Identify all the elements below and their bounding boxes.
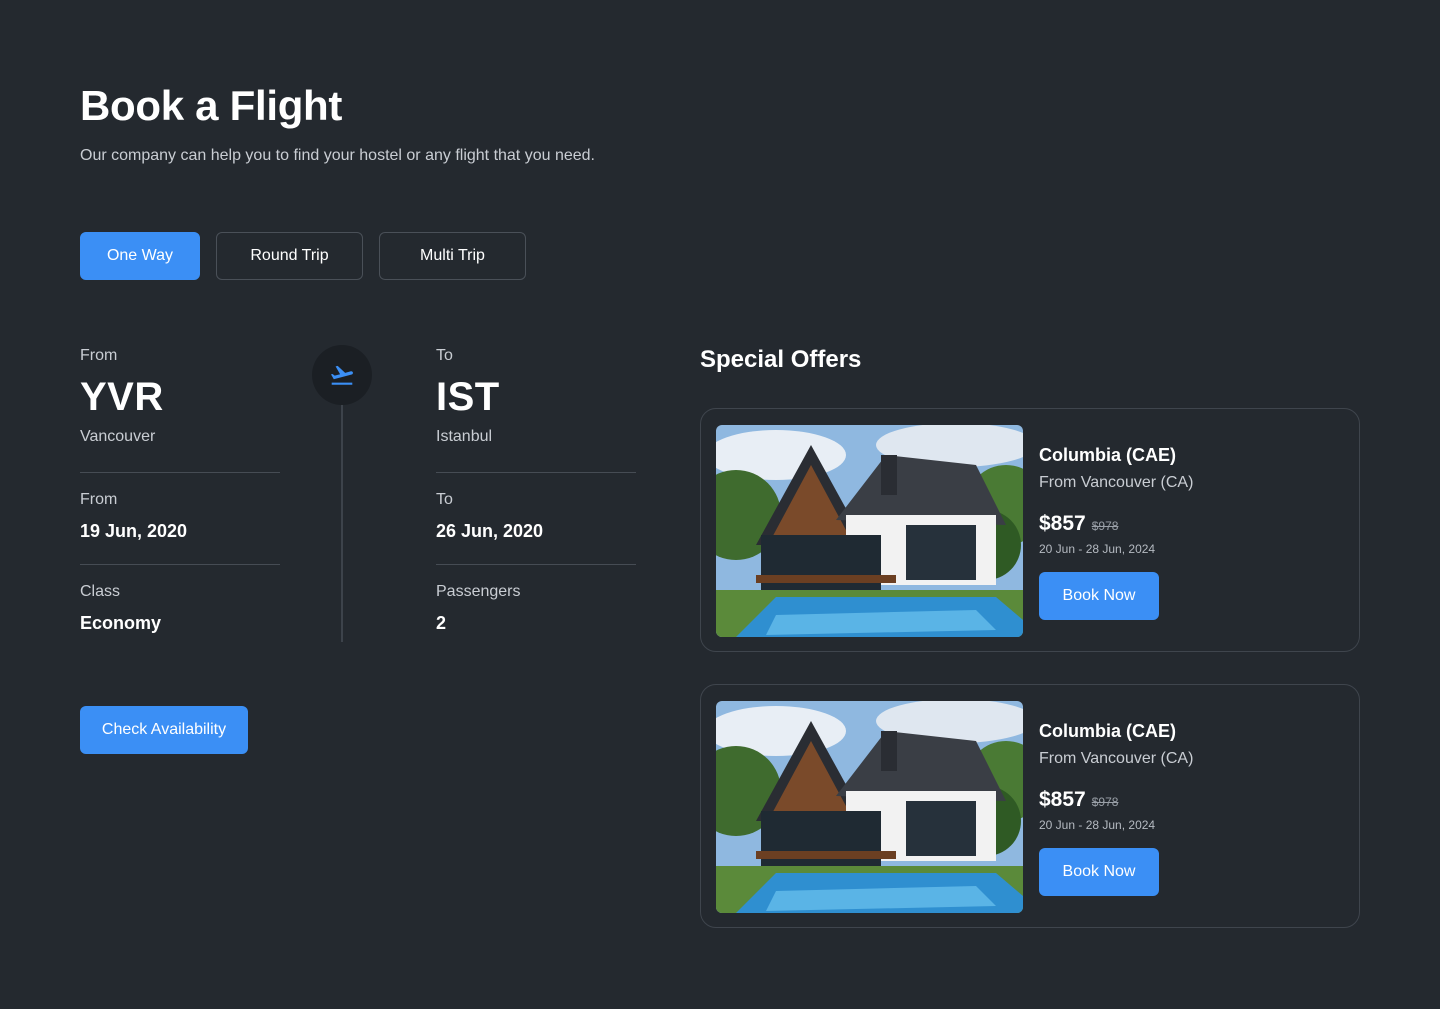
offer-price: $857 [1039,512,1086,535]
price-row: $857 $978 [1039,788,1193,812]
class-label: Class [80,583,121,600]
destination-label: To [436,347,453,364]
divider [436,472,636,473]
depart-date-value: 19 Jun, 2020 [80,521,188,541]
destination-code: IST [436,375,500,419]
book-now-button[interactable]: Book Now [1039,848,1159,896]
offer-origin: From Vancouver (CA) [1039,750,1194,767]
special-offers-title: Special Offers [700,346,862,373]
depart-date-label: From [80,491,118,508]
page-title: Book a Flight [80,82,343,129]
offer-origin: From Vancouver (CA) [1039,474,1194,491]
tab-one-way[interactable]: One Way [80,232,200,280]
price-row: $857 $978 [1039,512,1193,536]
offer-destination: Columbia (CAE) [1039,721,1176,741]
depart-date-field[interactable]: From 19 Jun, 2020 [80,491,280,542]
offer-dates: 20 Jun - 28 Jun, 2024 [1039,818,1156,832]
destination-field[interactable]: To IST Istanbul [436,347,636,446]
passengers-field[interactable]: Passengers 2 [436,583,636,634]
class-field[interactable]: Class Economy [80,583,280,634]
villa-photo [716,425,1023,637]
return-date-label: To [436,491,453,508]
villa-photo [716,701,1023,913]
divider [80,472,280,473]
return-date-field[interactable]: To 26 Jun, 2020 [436,491,636,542]
tab-multi-trip[interactable]: Multi Trip [379,232,526,280]
book-now-button[interactable]: Book Now [1039,572,1159,620]
offer-old-price: $978 [1091,519,1119,533]
origin-label: From [80,347,118,364]
check-availability-button[interactable]: Check Availability [80,706,248,754]
offer-image[interactable] [716,701,1023,913]
passengers-label: Passengers [436,583,521,600]
divider [80,564,280,565]
divider [436,564,636,565]
page-subtitle: Our company can help you to find your ho… [80,147,595,164]
trip-type-tabs: One Way Round Trip Multi Trip [80,232,526,280]
origin-code: YVR [80,375,164,419]
offer-old-price: $978 [1091,795,1119,809]
destination-city: Istanbul [436,428,493,445]
class-value: Economy [80,613,162,633]
offer-info: Columbia (CAE) From Vancouver (CA) $857 … [1039,721,1193,896]
offer-info: Columbia (CAE) From Vancouver (CA) $857 … [1039,445,1193,620]
offer-card: Columbia (CAE) From Vancouver (CA) $857 … [700,408,1360,652]
offer-card: Columbia (CAE) From Vancouver (CA) $857 … [700,684,1360,928]
offer-image[interactable] [716,425,1023,637]
passengers-value: 2 [436,613,447,633]
plane-takeoff-icon [330,365,353,385]
route-line [341,400,343,642]
offer-destination: Columbia (CAE) [1039,445,1176,465]
return-date-value: 26 Jun, 2020 [436,521,544,541]
route-icon-badge [312,345,372,405]
origin-field[interactable]: From YVR Vancouver [80,347,280,446]
offer-dates: 20 Jun - 28 Jun, 2024 [1039,542,1156,556]
offer-price: $857 [1039,788,1086,811]
tab-round-trip[interactable]: Round Trip [216,232,363,280]
origin-city: Vancouver [80,428,156,445]
